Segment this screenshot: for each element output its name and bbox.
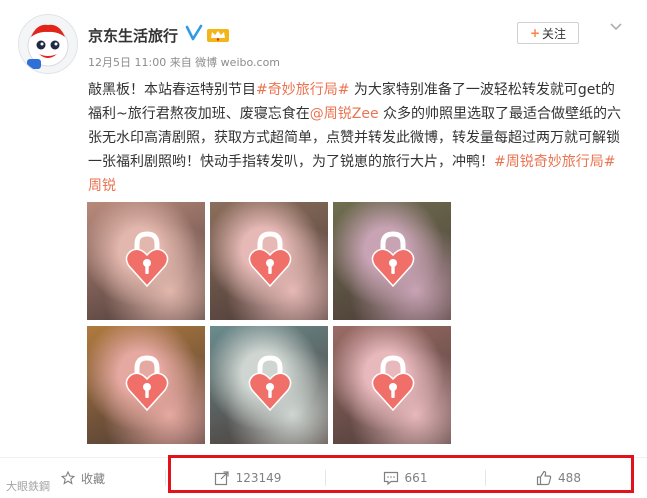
collect-label: 收藏: [80, 471, 105, 486]
post-text: 敲黑板！本站春运特别节目#奇妙旅行局# 为大家特别准备了一波轻松转发就可get的…: [88, 78, 628, 198]
watermark-text: 大眼鉄鋼: [6, 480, 50, 493]
heart-lock-icon: [248, 355, 292, 412]
heart-lock-icon: [371, 355, 415, 412]
heart-lock-icon: [248, 231, 292, 288]
topic-link[interactable]: @周锐Zee: [310, 106, 379, 122]
heart-lock-icon: [371, 231, 415, 288]
post-text-segment: 敲黑板！本站春运特别节目: [88, 82, 256, 98]
avatar[interactable]: [18, 14, 78, 74]
member-crown-icon: [207, 29, 229, 42]
locked-photo[interactable]: [210, 202, 328, 320]
star-icon: [60, 471, 75, 485]
collect-button[interactable]: 收藏: [48, 458, 118, 498]
topic-link[interactable]: 周锐: [88, 178, 116, 194]
author-name[interactable]: 京东生活旅行: [88, 25, 178, 46]
photo-grid: [87, 202, 453, 444]
highlight-box: [168, 455, 634, 493]
heart-lock-icon: [125, 355, 169, 412]
topic-link[interactable]: #周锐奇妙旅行局#: [494, 154, 615, 170]
locked-photo[interactable]: [87, 326, 205, 444]
watermark: 大眼鉄鋼: [6, 478, 50, 494]
verified-icon: [185, 24, 203, 41]
locked-photo[interactable]: [333, 326, 451, 444]
follow-button[interactable]: + 关注: [517, 22, 579, 44]
topic-link[interactable]: #奇妙旅行局#: [256, 82, 349, 98]
divider: [165, 470, 166, 486]
chevron-down-icon[interactable]: [608, 20, 624, 34]
weibo-post-card: 京东生活旅行 12月5日 11:00 来自 微博 weibo.com + 关注 …: [0, 0, 647, 498]
locked-photo[interactable]: [333, 202, 451, 320]
plus-icon: +: [529, 26, 541, 40]
follow-label: 关注: [542, 26, 567, 41]
locked-photo[interactable]: [87, 202, 205, 320]
locked-photo[interactable]: [210, 326, 328, 444]
jd-mascot-icon: [27, 24, 69, 69]
heart-lock-icon: [125, 231, 169, 288]
post-meta: 12月5日 11:00 来自 微博 weibo.com: [88, 56, 281, 69]
